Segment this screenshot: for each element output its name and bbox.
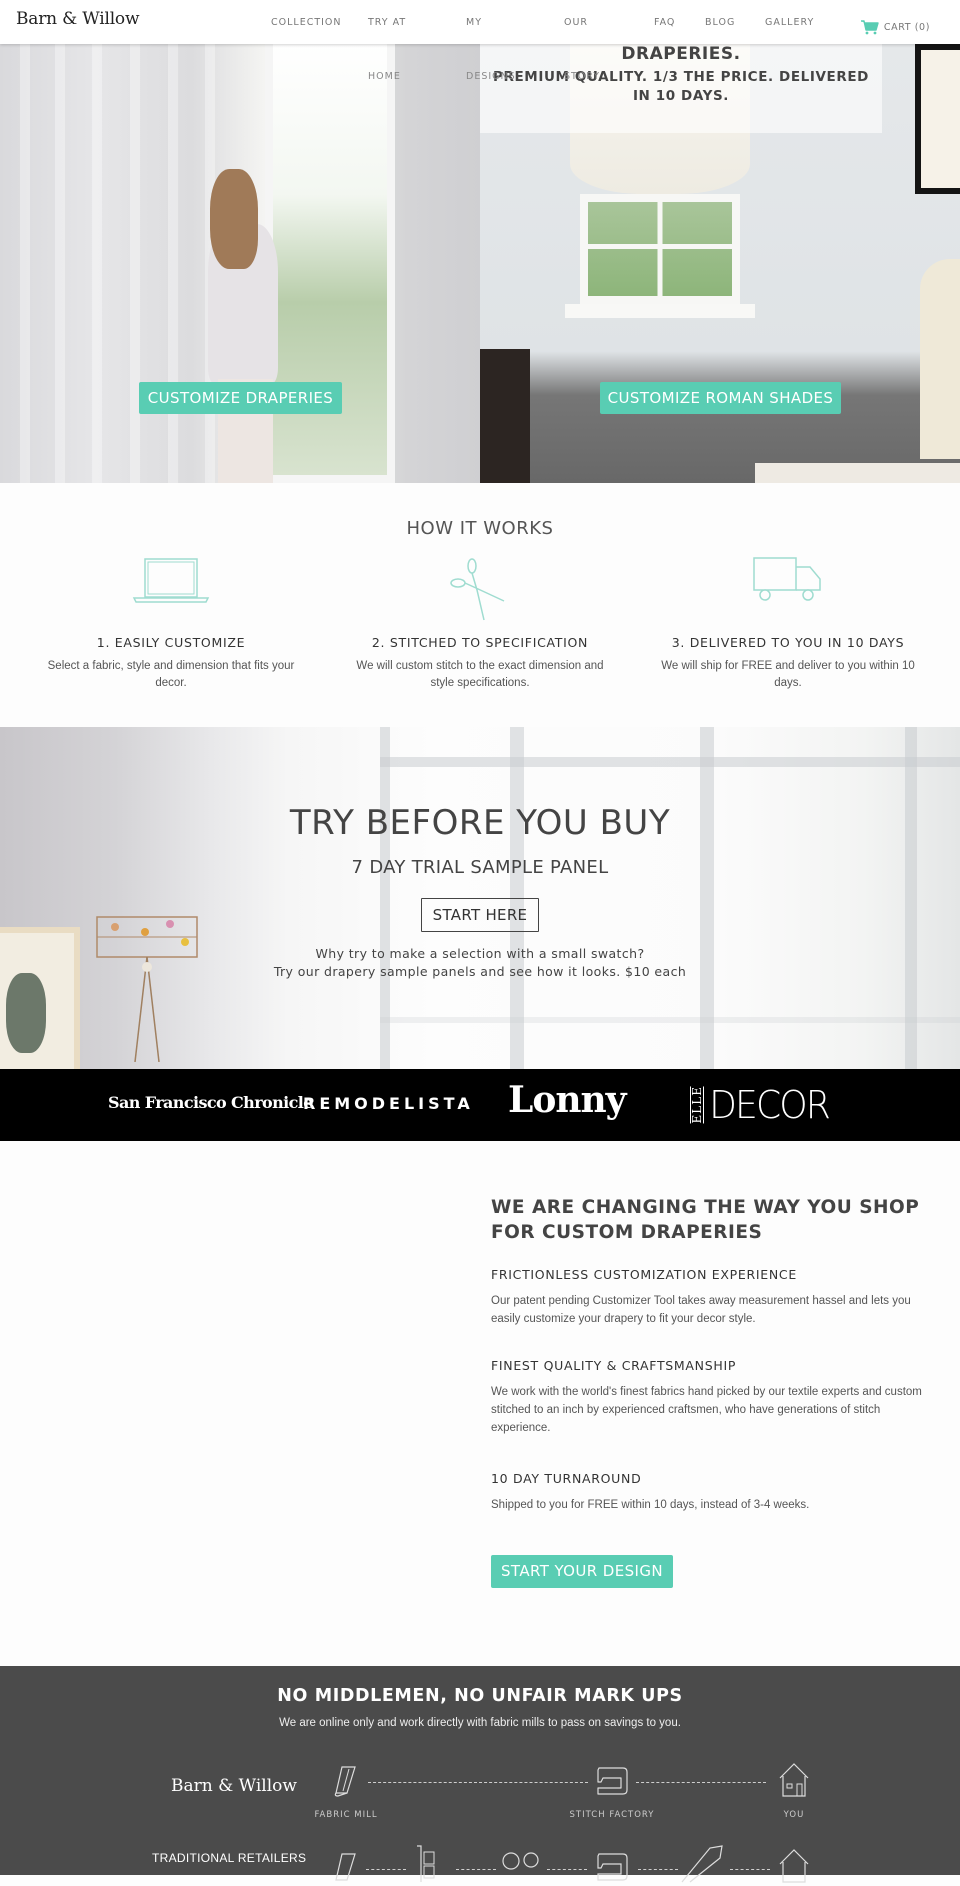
step-1-title: 1. EASILY CUSTOMIZE — [96, 635, 246, 650]
press-logo-remodelista: REMODELISTA — [303, 1094, 474, 1113]
house-icon — [779, 1763, 809, 1797]
hero-tagline-box: DRAPERIES. PREMIUM QUALITY. 1/3 THE PRIC… — [480, 44, 882, 133]
hand-truck-icon — [417, 1845, 435, 1882]
middlemen-subtitle: We are online only and work directly wit… — [279, 1717, 681, 1729]
step-1-desc: Select a fabric, style and dimension tha… — [47, 660, 295, 689]
cart-label: CART (0) — [883, 21, 930, 33]
customize-draperies-button[interactable]: CUSTOMIZE DRAPERIES — [139, 382, 342, 414]
value-heading: FINEST QUALITY & CRAFTSMANSHIP — [491, 1358, 737, 1373]
value-block-quality: FINEST QUALITY & CRAFTSMANSHIP We work w… — [491, 1358, 931, 1437]
step-3-title: 3. DELIVERED TO YOU IN 10 DAYS — [671, 635, 905, 650]
chain-dash — [547, 1869, 587, 1870]
chain-dash — [368, 1782, 588, 1783]
label-stitch-factory: STITCH FACTORY — [569, 1810, 655, 1820]
truck-icon — [753, 557, 821, 601]
step-2-desc: We will custom stitch to the exact dimen… — [356, 660, 604, 689]
nav-collection[interactable]: COLLECTION — [271, 18, 342, 28]
try-before-you-buy-section: TRY BEFORE YOU BUY 7 DAY TRIAL SAMPLE PA… — [0, 727, 960, 1069]
hero-subtitle: PREMIUM QUALITY. 1/3 THE PRICE. DELIVERE… — [492, 69, 869, 104]
nav-gallery[interactable]: GALLERY — [765, 18, 814, 28]
value-proposition-section: WE ARE CHANGING THE WAY YOU SHOP FOR CUS… — [0, 1141, 960, 1666]
fabric-roll-icon — [335, 1853, 356, 1881]
woman-figure — [200, 139, 300, 483]
traditional-retailers-label: TRADITIONAL RETAILERS — [152, 1851, 307, 1865]
brand-logo-chain: Barn & Willow — [171, 1776, 297, 1796]
value-text: Our patent pending Customizer Tool takes… — [491, 1295, 911, 1325]
value-title: WE ARE CHANGING THE WAY YOU SHOP FOR CUS… — [491, 1197, 920, 1243]
label-you: YOU — [783, 1810, 805, 1820]
press-logo-lonny: Lonny — [508, 1079, 627, 1121]
step-customize: 1. EASILY CUSTOMIZE Select a fabric, sty… — [31, 553, 311, 692]
press-logo-sf-chronicle: San Francisco Chronicle — [108, 1093, 313, 1112]
nav-our-story-sub[interactable]: STORY — [564, 72, 600, 82]
step-2-title: 2. STITCHED TO SPECIFICATION — [371, 635, 589, 650]
brand-logo[interactable]: Barn & Willow — [16, 9, 140, 29]
scissors-icon — [450, 558, 505, 621]
shopping-cart-icon — [860, 20, 879, 35]
chain-dash — [636, 1782, 766, 1783]
start-here-button[interactable]: START HERE — [421, 898, 539, 932]
nav-faq[interactable]: FAQ — [654, 18, 675, 28]
value-heading: 10 DAY TURNAROUND — [491, 1471, 642, 1486]
elle-wordmark: ELLE — [690, 1086, 704, 1124]
middlemen-title: NO MIDDLEMEN, NO UNFAIR MARK UPS — [277, 1686, 683, 1706]
nav-try-at-home-sub[interactable]: HOME — [368, 72, 401, 82]
label-fabric-mill: FABRIC MILL — [314, 1810, 378, 1820]
start-your-design-button[interactable]: START YOUR DESIGN — [491, 1555, 673, 1588]
value-block-customization: FRICTIONLESS CUSTOMIZATION EXPERIENCE Ou… — [491, 1267, 931, 1328]
cart-button[interactable]: CART (0) — [860, 19, 930, 35]
nav-my-designs[interactable]: MY — [466, 18, 482, 28]
value-text: We work with the world's finest fabrics … — [491, 1386, 922, 1434]
people-icon — [502, 1852, 539, 1870]
hero-section: DRAPERIES. PREMIUM QUALITY. 1/3 THE PRIC… — [0, 44, 960, 483]
try-subtitle: 7 DAY TRIAL SAMPLE PANEL — [351, 857, 609, 878]
decor-wordmark: DECOR — [709, 1083, 831, 1127]
chain-dash — [730, 1869, 770, 1870]
press-logo-elle-decor: ELLE DECOR — [690, 1083, 832, 1127]
step-3-desc: We will ship for FREE and deliver to you… — [661, 660, 915, 689]
draperies-photo — [0, 44, 480, 483]
hero-title: DRAPERIES. — [621, 44, 741, 64]
sewing-machine-icon — [597, 1853, 628, 1881]
birdcage-decor — [96, 916, 198, 1062]
no-middlemen-section: NO MIDDLEMEN, NO UNFAIR MARK UPS We are … — [0, 1666, 960, 1883]
how-it-works-section: HOW IT WORKS 1. EASILY CUSTOMIZE Select … — [0, 483, 960, 727]
chain-dash — [456, 1869, 496, 1870]
nav-my-designs-sub[interactable]: DESIGNS — [466, 72, 516, 82]
how-it-works-title: HOW IT WORKS — [406, 518, 554, 539]
chain-dash — [638, 1869, 678, 1870]
site-header: Barn & Willow COLLECTION TRY AT MY OUR F… — [0, 0, 960, 44]
airplane-icon — [681, 1845, 723, 1883]
value-text: Shipped to you for FREE within 10 days, … — [491, 1499, 810, 1511]
try-line-2: Try our drapery sample panels and see ho… — [273, 964, 687, 979]
step-stitched: 2. STITCHED TO SPECIFICATION We will cus… — [340, 553, 620, 692]
customize-roman-shades-button[interactable]: CUSTOMIZE ROMAN SHADES — [600, 382, 841, 414]
step-delivered: 3. DELIVERED TO YOU IN 10 DAYS We will s… — [648, 553, 928, 692]
press-logos-bar: San Francisco Chronicle REMODELISTA Lonn… — [0, 1069, 960, 1141]
nav-blog[interactable]: BLOG — [705, 18, 735, 28]
fabric-roll-icon — [334, 1766, 356, 1797]
laptop-icon — [132, 558, 210, 603]
nav-our-story[interactable]: OUR — [564, 18, 588, 28]
nav-try-at-home[interactable]: TRY AT — [368, 18, 406, 28]
try-line-1: Why try to make a selection with a small… — [315, 946, 645, 961]
value-heading: FRICTIONLESS CUSTOMIZATION EXPERIENCE — [491, 1267, 797, 1282]
try-title: TRY BEFORE YOU BUY — [289, 803, 671, 843]
house-icon — [779, 1849, 809, 1883]
value-block-turnaround: 10 DAY TURNAROUND Shipped to you for FRE… — [491, 1471, 931, 1514]
chain-dash — [366, 1869, 406, 1870]
sewing-machine-icon — [597, 1767, 628, 1795]
